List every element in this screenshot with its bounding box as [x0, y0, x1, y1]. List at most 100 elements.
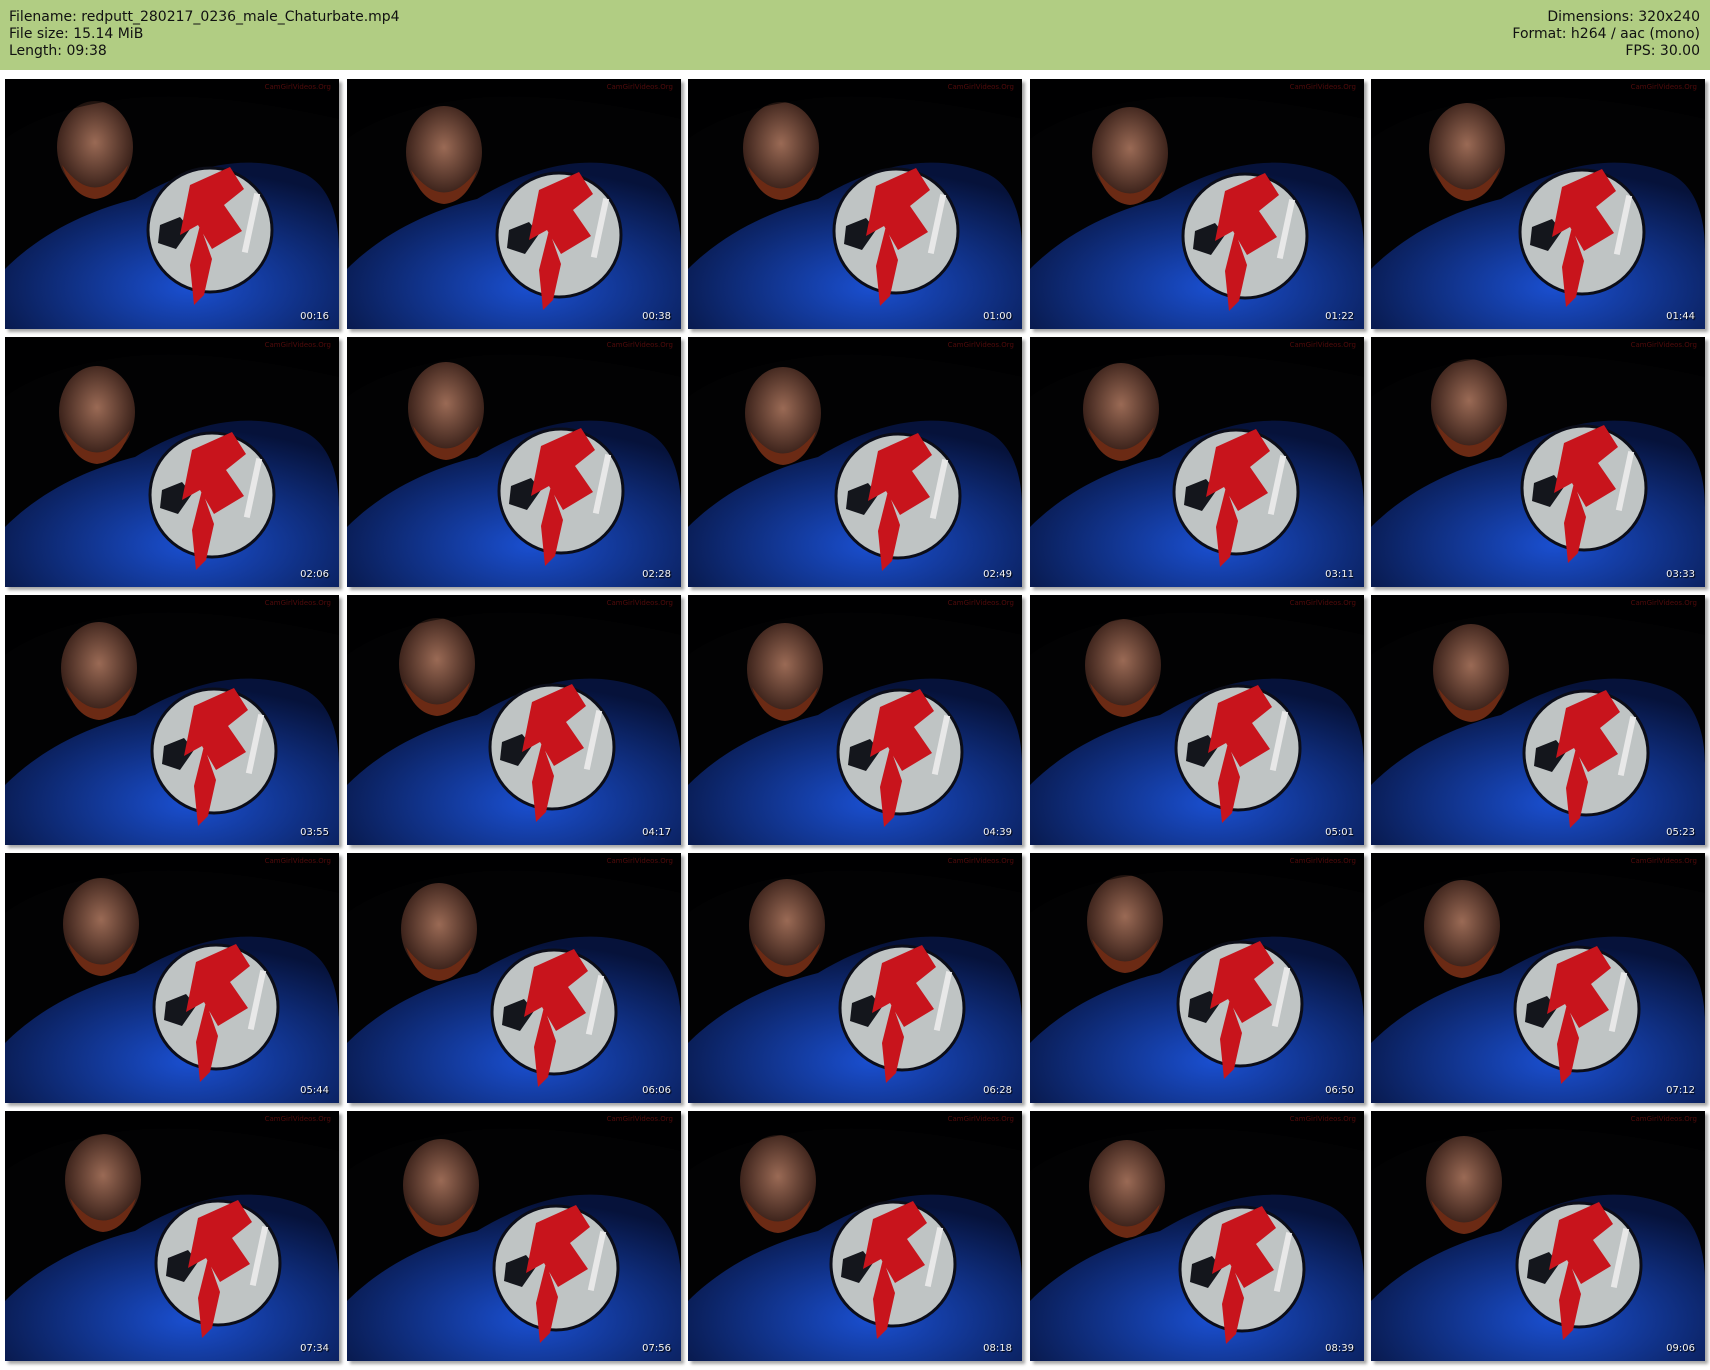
watermark-text: CamGirlVideos.Org	[947, 1115, 1014, 1123]
timestamp-label: 08:18	[983, 1343, 1012, 1354]
video-frame	[5, 595, 339, 845]
thumbnail: CamGirlVideos.Org 01:22	[1030, 79, 1364, 329]
format-text: Format: h264 / aac (mono)	[1512, 26, 1700, 42]
watermark-text: CamGirlVideos.Org	[1289, 83, 1356, 91]
timestamp-label: 03:55	[300, 827, 329, 838]
thumbnail: CamGirlVideos.Org 03:11	[1030, 337, 1364, 587]
thumbnail: CamGirlVideos.Org 08:18	[688, 1111, 1022, 1361]
thumbnail: CamGirlVideos.Org 07:12	[1371, 853, 1705, 1103]
fps-text: FPS: 30.00	[1625, 43, 1700, 59]
timestamp-label: 06:28	[983, 1085, 1012, 1096]
timestamp-label: 06:50	[1325, 1085, 1354, 1096]
timestamp-label: 00:38	[642, 311, 671, 322]
watermark-text: CamGirlVideos.Org	[264, 599, 331, 607]
stream-info: Dimensions: 320x240 Format: h264 / aac (…	[1512, 9, 1700, 60]
video-frame	[688, 853, 1022, 1103]
video-frame	[347, 1111, 681, 1361]
video-frame	[1371, 595, 1705, 845]
thumbnail: CamGirlVideos.Org 02:28	[347, 337, 681, 587]
thumbnail: CamGirlVideos.Org 08:39	[1030, 1111, 1364, 1361]
thumbnail: CamGirlVideos.Org 09:06	[1371, 1111, 1705, 1361]
thumbnail: CamGirlVideos.Org 02:49	[688, 337, 1022, 587]
info-header: Filename: redputt_280217_0236_male_Chatu…	[0, 0, 1710, 70]
video-frame	[5, 853, 339, 1103]
watermark-text: CamGirlVideos.Org	[264, 857, 331, 865]
timestamp-label: 02:06	[300, 569, 329, 580]
thumbnail: CamGirlVideos.Org 07:56	[347, 1111, 681, 1361]
video-frame	[1371, 1111, 1705, 1361]
thumbnail: CamGirlVideos.Org 05:23	[1371, 595, 1705, 845]
thumbnail: CamGirlVideos.Org 02:06	[5, 337, 339, 587]
watermark-text: CamGirlVideos.Org	[947, 341, 1014, 349]
video-frame	[1030, 595, 1364, 845]
file-info: Filename: redputt_280217_0236_male_Chatu…	[9, 9, 400, 60]
video-frame	[1030, 1111, 1364, 1361]
watermark-text: CamGirlVideos.Org	[264, 1115, 331, 1123]
watermark-text: CamGirlVideos.Org	[1289, 857, 1356, 865]
thumbnail: CamGirlVideos.Org 01:00	[688, 79, 1022, 329]
video-frame	[347, 79, 681, 329]
video-frame	[5, 79, 339, 329]
video-frame	[1030, 853, 1364, 1103]
timestamp-label: 07:12	[1666, 1085, 1695, 1096]
video-frame	[1371, 79, 1705, 329]
length-text: Length: 09:38	[9, 43, 107, 59]
thumbnail: CamGirlVideos.Org 05:01	[1030, 595, 1364, 845]
timestamp-label: 05:23	[1666, 827, 1695, 838]
thumbnail: CamGirlVideos.Org 06:50	[1030, 853, 1364, 1103]
timestamp-label: 05:01	[1325, 827, 1354, 838]
watermark-text: CamGirlVideos.Org	[1630, 1115, 1697, 1123]
timestamp-label: 09:06	[1666, 1343, 1695, 1354]
watermark-text: CamGirlVideos.Org	[947, 857, 1014, 865]
timestamp-label: 07:34	[300, 1343, 329, 1354]
video-frame	[688, 595, 1022, 845]
video-frame	[5, 337, 339, 587]
video-frame	[347, 337, 681, 587]
timestamp-label: 02:28	[642, 569, 671, 580]
watermark-text: CamGirlVideos.Org	[606, 83, 673, 91]
watermark-text: CamGirlVideos.Org	[1289, 599, 1356, 607]
timestamp-label: 00:16	[300, 311, 329, 322]
watermark-text: CamGirlVideos.Org	[606, 1115, 673, 1123]
watermark-text: CamGirlVideos.Org	[947, 599, 1014, 607]
timestamp-label: 08:39	[1325, 1343, 1354, 1354]
watermark-text: CamGirlVideos.Org	[606, 341, 673, 349]
timestamp-label: 07:56	[642, 1343, 671, 1354]
timestamp-label: 05:44	[300, 1085, 329, 1096]
timestamp-label: 02:49	[983, 569, 1012, 580]
watermark-text: CamGirlVideos.Org	[606, 599, 673, 607]
video-frame	[688, 337, 1022, 587]
filesize-text: File size: 15.14 MiB	[9, 26, 144, 42]
watermark-text: CamGirlVideos.Org	[1630, 83, 1697, 91]
timestamp-label: 03:33	[1666, 569, 1695, 580]
thumbnail: CamGirlVideos.Org 00:16	[5, 79, 339, 329]
watermark-text: CamGirlVideos.Org	[606, 857, 673, 865]
watermark-text: CamGirlVideos.Org	[1630, 857, 1697, 865]
thumbnail: CamGirlVideos.Org 04:17	[347, 595, 681, 845]
watermark-text: CamGirlVideos.Org	[1289, 1115, 1356, 1123]
timestamp-label: 01:44	[1666, 311, 1695, 322]
thumbnail: CamGirlVideos.Org 06:28	[688, 853, 1022, 1103]
filename-text: Filename: redputt_280217_0236_male_Chatu…	[9, 9, 400, 25]
timestamp-label: 04:39	[983, 827, 1012, 838]
watermark-text: CamGirlVideos.Org	[1289, 341, 1356, 349]
timestamp-label: 01:00	[983, 311, 1012, 322]
thumbnail: CamGirlVideos.Org 01:44	[1371, 79, 1705, 329]
timestamp-label: 01:22	[1325, 311, 1354, 322]
watermark-text: CamGirlVideos.Org	[1630, 599, 1697, 607]
video-frame	[347, 853, 681, 1103]
watermark-text: CamGirlVideos.Org	[1630, 341, 1697, 349]
timestamp-label: 06:06	[642, 1085, 671, 1096]
thumbnail: CamGirlVideos.Org 03:55	[5, 595, 339, 845]
watermark-text: CamGirlVideos.Org	[264, 83, 331, 91]
video-frame	[1030, 79, 1364, 329]
thumbnail: CamGirlVideos.Org 03:33	[1371, 337, 1705, 587]
watermark-text: CamGirlVideos.Org	[264, 341, 331, 349]
thumbnail: CamGirlVideos.Org 00:38	[347, 79, 681, 329]
timestamp-label: 04:17	[642, 827, 671, 838]
video-frame	[347, 595, 681, 845]
dimensions-text: Dimensions: 320x240	[1547, 9, 1700, 25]
video-frame	[5, 1111, 339, 1361]
thumbnail: CamGirlVideos.Org 07:34	[5, 1111, 339, 1361]
watermark-text: CamGirlVideos.Org	[947, 83, 1014, 91]
